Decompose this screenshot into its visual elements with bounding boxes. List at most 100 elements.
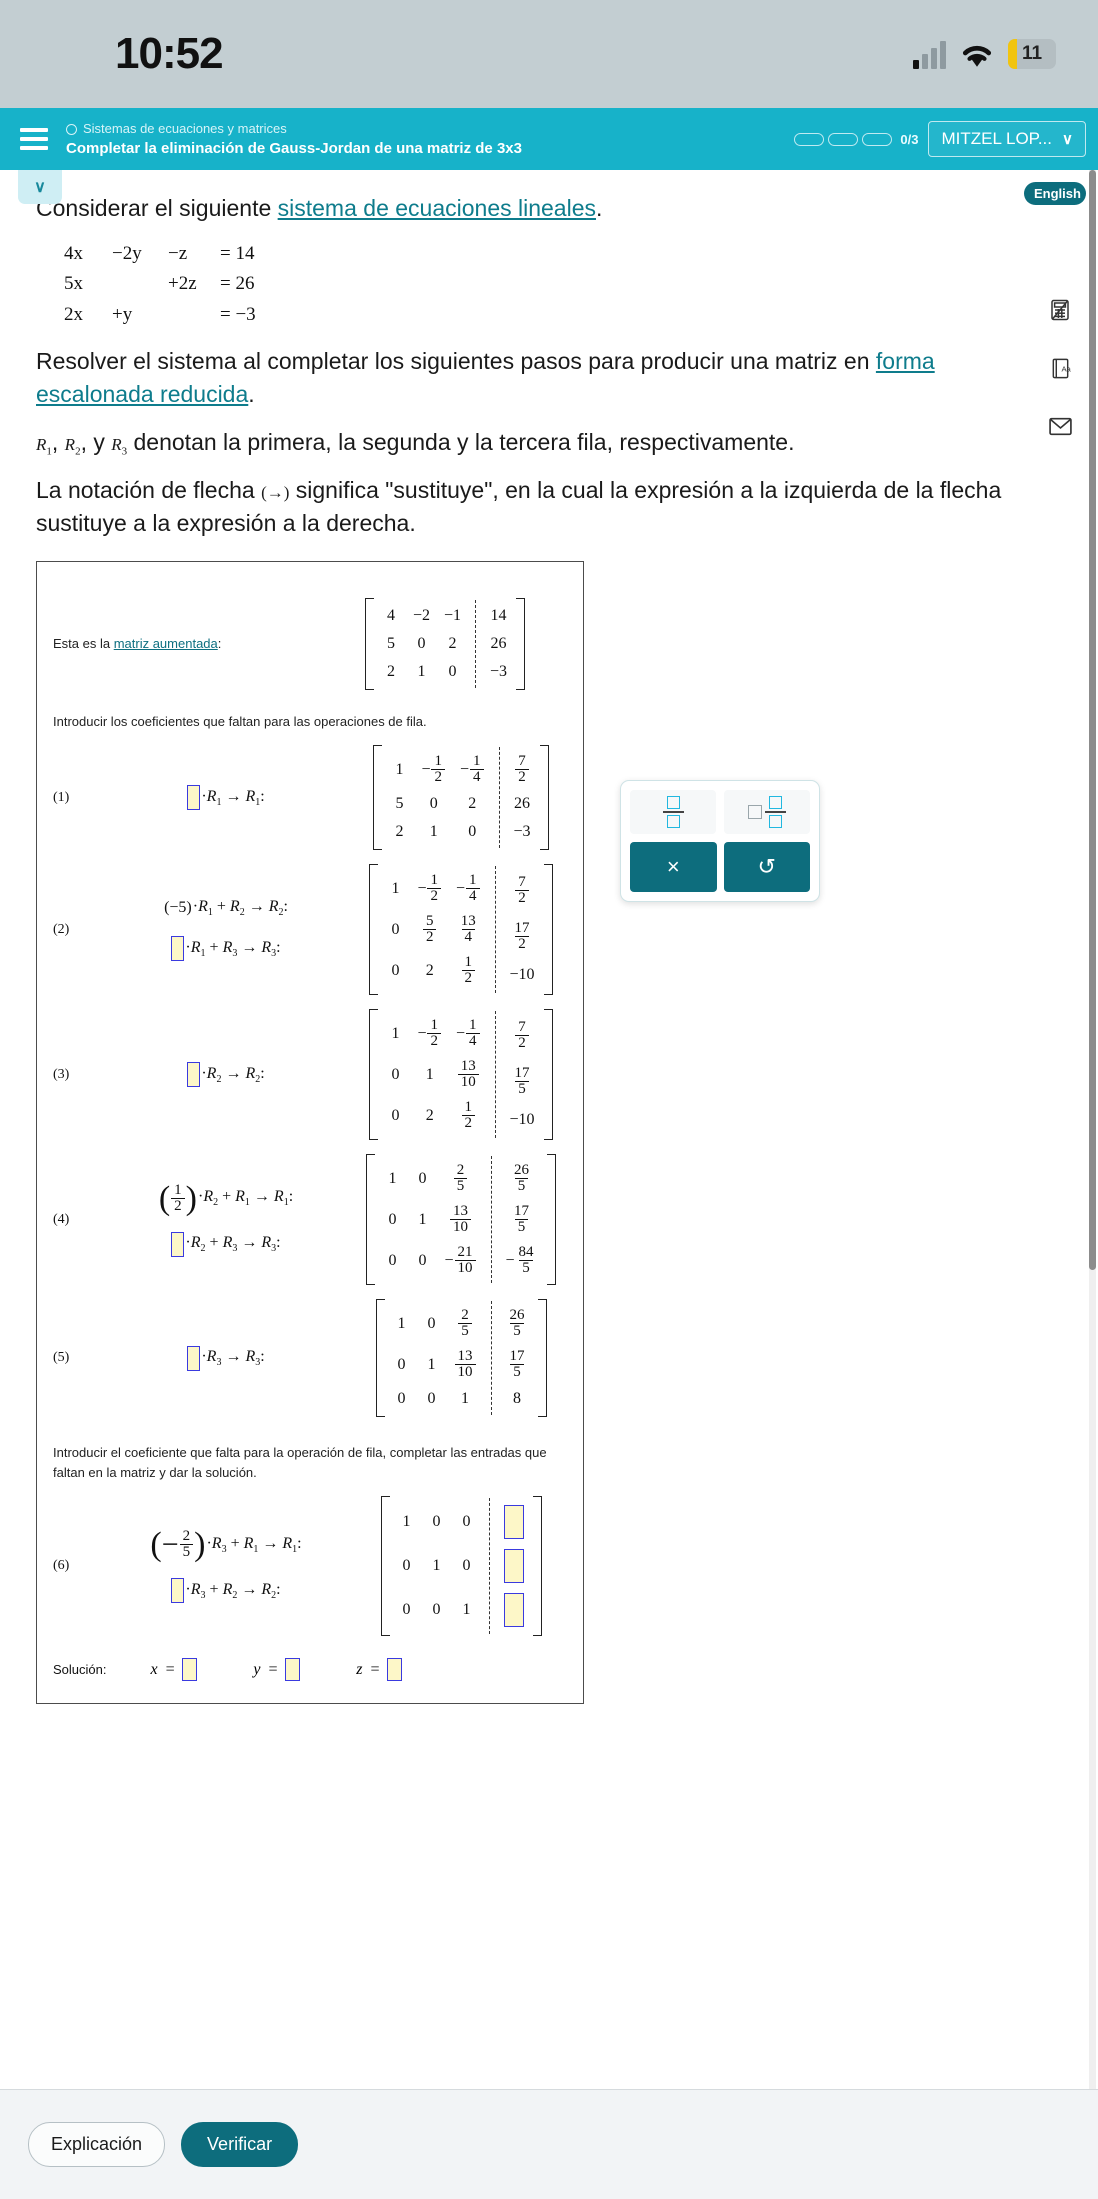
step-row: (3) ·R2 → R2: 1 −1 2−1 4 0 1 13 10 0 2 1 2 7 2 17 5 −10	[53, 1009, 567, 1141]
solution-x-input[interactable]	[182, 1658, 198, 1682]
clear-button[interactable]: ×	[630, 842, 717, 892]
scrollbar-thumb[interactable]	[1089, 170, 1096, 1270]
solution-y-input[interactable]	[285, 1658, 301, 1682]
coefficient-input[interactable]	[187, 785, 201, 811]
solution-y: y =	[253, 1658, 301, 1682]
eq1-term1: 4x	[64, 242, 83, 264]
matrix-cell: 0	[429, 795, 438, 813]
collapse-panel-button[interactable]: ∨	[18, 170, 62, 204]
coefficient-value: (−5)	[164, 899, 192, 917]
progress-segments	[794, 132, 893, 146]
coefficient-fraction: (1 2)	[158, 1179, 197, 1217]
matrix-entry-input[interactable]	[503, 1505, 524, 1540]
step-operations: (−2 5) ·R3 + R1 → R1: ·R3 + R2 → R2:	[97, 1520, 355, 1612]
matrix: 1 −1 2−1 4 0 5 2 13 4 0 2 1 2 7 2 17 2 −10	[369, 864, 553, 996]
coefficient-input[interactable]	[187, 1345, 201, 1371]
language-badge[interactable]: English	[1024, 182, 1086, 205]
coefficient-input[interactable]	[171, 1578, 185, 1604]
solution-y-name: y	[253, 1660, 261, 1678]
matrix-cell: 17 5	[499, 1199, 545, 1240]
fraction-template-icon[interactable]	[630, 790, 716, 834]
coefficients-instruction: Introducir los coeficientes que faltan p…	[53, 713, 427, 729]
step-row: (5) ·R3 → R3: 1 0 2 5 0 1 13 10 0 0 1 26 5 17 5 8	[53, 1299, 567, 1418]
row-symbol-r3: R3	[111, 434, 128, 458]
matrix-cell: 0	[391, 961, 400, 979]
matrix: 4 −2 −1 5 0 2 2 1 0 14 26 −3	[364, 597, 526, 690]
matrix-cell	[497, 1500, 531, 1544]
wifi-icon	[960, 40, 994, 68]
operation-expression: ·R3 + R1 → R1:	[206, 1534, 302, 1555]
augmented-matrix-link[interactable]: matriz aumentada	[114, 636, 218, 651]
matrix-cell: 13 10	[449, 1054, 488, 1095]
linear-system-link[interactable]: sistema de ecuaciones lineales	[278, 195, 596, 221]
matrix-cell: 17 2	[503, 913, 542, 958]
matrix-cell: −1 4	[449, 868, 488, 909]
user-menu-button[interactable]: MITZEL LOP... ∨	[928, 121, 1086, 157]
matrix-cell: 26 5	[499, 1303, 536, 1344]
matrix-cell: 1	[418, 1210, 427, 1228]
step-matrix: 1 −1 2−1 4 5 0 2 2 1 0 7 2 26 −3	[355, 745, 567, 851]
matrix: 1 0 0 0 1 0 0 0 1	[380, 1496, 542, 1637]
coefficient-fraction: (−2 5)	[150, 1526, 206, 1564]
step-row: (6) (−2 5) ·R3 + R1 → R1: ·R3 + R2 → R2: 1 0 0 0…	[53, 1496, 567, 1637]
aug-label-before: Esta es la	[53, 635, 114, 651]
matrix-cell: −1 2	[410, 1013, 449, 1054]
matrix-cell: 14	[490, 606, 507, 624]
dictionary-icon[interactable]: Aa	[1040, 348, 1080, 388]
mixed-number-template-icon[interactable]	[724, 790, 810, 834]
content-scrollbar[interactable]	[1089, 170, 1096, 2089]
verify-button[interactable]: Verificar	[181, 2122, 299, 2167]
solution-x-name: x	[150, 1660, 158, 1678]
matrix-entry-input[interactable]	[503, 1549, 524, 1584]
bracket-right-icon	[546, 1154, 556, 1286]
matrix-cell: 1	[461, 1390, 469, 1408]
fraction: 13 10	[457, 1059, 479, 1090]
coefficient-input[interactable]	[187, 1062, 201, 1088]
mail-icon[interactable]	[1040, 406, 1080, 446]
matrix-cell: 1	[425, 1065, 434, 1083]
matrix-cell: 0	[388, 1251, 397, 1269]
fraction: 13 10	[449, 1204, 471, 1235]
coefficient-input[interactable]	[171, 1231, 185, 1257]
step-operations: (1 2) ·R2 + R1 → R1: ·R2 + R3 → R3:	[97, 1174, 355, 1266]
fraction: 14	[466, 1018, 480, 1049]
page-title: Completar la eliminación de Gauss-Jordan…	[66, 139, 522, 157]
coefficient-input[interactable]	[171, 936, 185, 962]
operation-expression: ·R1 → R1:	[201, 787, 265, 808]
header-titles: Sistemas de ecuaciones y matrices Comple…	[66, 121, 794, 157]
matrix-entry-input[interactable]	[503, 1593, 524, 1628]
matrix-cell	[497, 1588, 531, 1632]
eq3-term2: +y	[112, 304, 133, 326]
matrix-cell: 72	[507, 749, 538, 790]
matrix-cell: 0	[418, 1169, 427, 1187]
main-content: ∨ English Aa Considerar el siguiente sis…	[0, 170, 1098, 2089]
bracket-right-icon	[537, 1299, 547, 1418]
action-footer: Explicación Verificar	[0, 2089, 1098, 2199]
step-number: (5)	[53, 1350, 70, 1366]
undo-button[interactable]: ↺	[723, 842, 810, 892]
fraction: 17 2	[514, 919, 530, 952]
augment-divider	[490, 1301, 492, 1416]
bracket-right-icon	[516, 597, 526, 690]
matrix: 1 −1 2−1 4 0 1 13 10 0 2 1 2 7 2 17 5 −10	[369, 1009, 553, 1141]
solution-z: z =	[356, 1658, 403, 1682]
eq1-term3: −z	[168, 242, 188, 264]
calculator-icon[interactable]	[1040, 290, 1080, 330]
matrix-cell: 2	[448, 634, 457, 652]
step-row: (1) ·R1 → R1: 1 −1 2−1 4 5 0 2 2 1 0 7 2 26 −3	[53, 745, 567, 851]
row-symbol-r1: R1	[36, 434, 52, 458]
fraction: 84 5	[518, 1244, 534, 1277]
bracket-left-icon	[380, 1496, 390, 1637]
fraction: 17 5	[514, 1203, 530, 1236]
bracket-left-icon	[373, 745, 383, 851]
matrix-cell: 0	[417, 634, 426, 652]
matrix-cell: 1	[402, 1513, 411, 1531]
solution-z-input[interactable]	[387, 1658, 403, 1682]
intro-paragraph: Considerar el siguiente sistema de ecuac…	[36, 192, 1038, 225]
breadcrumb: Sistemas de ecuaciones y matrices	[66, 121, 794, 138]
explanation-button[interactable]: Explicación	[28, 2122, 166, 2167]
hamburger-menu-icon[interactable]	[12, 128, 56, 150]
matrix-cell: 1	[417, 662, 426, 680]
para3-before: La notación de flecha	[36, 476, 262, 503]
status-indicators: 11	[913, 39, 1056, 69]
